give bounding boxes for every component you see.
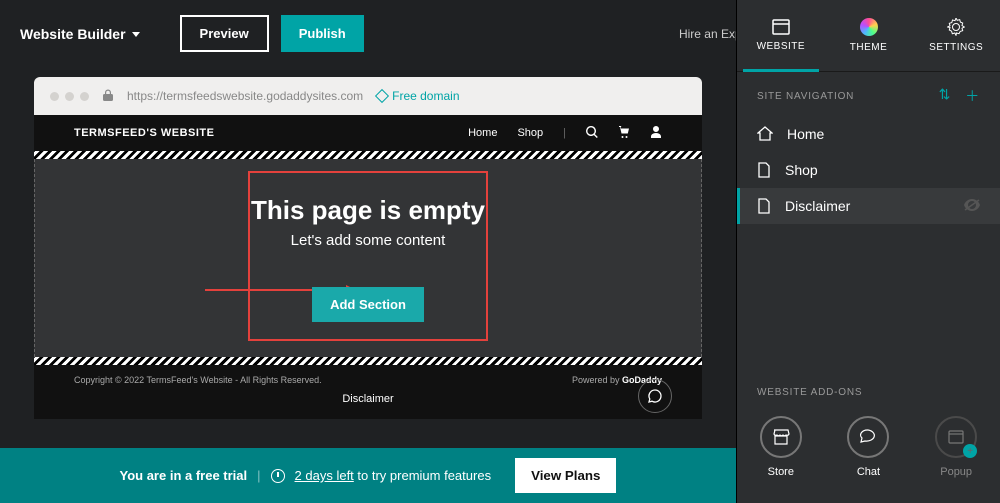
site-nav-home[interactable]: Home [468,127,497,139]
search-icon[interactable] [586,126,598,141]
site-navigation-header: SITE NAVIGATION ⇅ ＋ [737,72,1000,116]
brand-dropdown[interactable]: Website Builder [20,26,140,42]
add-section-button[interactable]: Add Section [312,287,424,322]
stripe-divider [34,357,702,365]
trial-bar: You are in a free trial | 2 days left to… [0,448,736,503]
days-left-link[interactable]: 2 days left [295,468,354,483]
view-plans-button[interactable]: View Plans [515,458,616,493]
user-icon[interactable] [650,126,662,141]
brand-label: Website Builder [20,26,126,42]
tag-icon [375,89,389,103]
footer-disclaimer-link[interactable]: Disclaimer [74,393,662,405]
nav-item-home[interactable]: Home [737,116,1000,152]
home-icon [757,126,773,142]
preview-button[interactable]: Preview [180,15,269,52]
theme-icon [860,18,878,36]
panel-tabs: WEBSITE THEME SETTINGS [737,0,1000,72]
reorder-icon[interactable]: ⇅ [939,86,952,106]
chevron-down-icon [132,32,140,37]
popup-icon [948,430,964,444]
store-icon [772,429,790,445]
stripe-divider [34,151,702,159]
site-header: TERMSFEED'S WEBSITE Home Shop | [34,115,702,151]
cart-icon[interactable] [618,126,630,141]
empty-canvas[interactable]: This page is empty Let's add some conten… [34,159,702,357]
lock-icon [103,89,113,104]
free-domain-link[interactable]: Free domain [377,89,459,103]
tab-settings[interactable]: SETTINGS [912,0,1000,71]
addon-chat[interactable]: Chat [847,416,889,478]
nav-item-disclaimer[interactable]: Disclaimer [737,188,1000,224]
addons: Store Chat + Popup [737,416,1000,478]
chat-icon [859,429,877,445]
tab-website[interactable]: WEBSITE [737,0,825,71]
copyright-text: Copyright © 2022 TermsFeed's Website - A… [74,375,322,385]
right-panel: WEBSITE THEME SETTINGS SITE NAVIGATION ⇅… [736,0,1000,503]
canvas-area: https://termsfeedswebsite.godaddysites.c… [0,67,736,448]
trial-message: You are in a free trial [120,468,248,483]
addons-header: WEBSITE ADD-ONS [757,387,862,398]
url-text: https://termsfeedswebsite.godaddysites.c… [127,89,363,103]
url-bar: https://termsfeedswebsite.godaddysites.c… [34,77,702,115]
clock-icon [271,469,285,483]
gear-icon [947,18,965,36]
site-footer: Copyright © 2022 TermsFeed's Website - A… [34,365,702,419]
nav-item-shop[interactable]: Shop [737,152,1000,188]
window-icon [772,19,790,35]
site-nav-shop[interactable]: Shop [517,127,543,139]
site-nav: Home Shop | [468,126,662,141]
plus-badge-icon: + [963,444,977,458]
hidden-icon [964,198,980,214]
add-page-icon[interactable]: ＋ [965,86,980,106]
site-title: TERMSFEED'S WEBSITE [74,127,214,139]
page-icon [757,198,771,214]
addon-store[interactable]: Store [760,416,802,478]
header-buttons: Preview Publish [180,15,364,52]
window-dots-icon [50,92,89,101]
chat-bubble-button[interactable] [638,379,672,413]
nav-items: Home Shop Disclaimer [737,116,1000,224]
tab-theme[interactable]: THEME [825,0,913,71]
page-icon [757,162,771,178]
addon-popup[interactable]: + Popup [935,416,977,478]
publish-button[interactable]: Publish [281,15,364,52]
